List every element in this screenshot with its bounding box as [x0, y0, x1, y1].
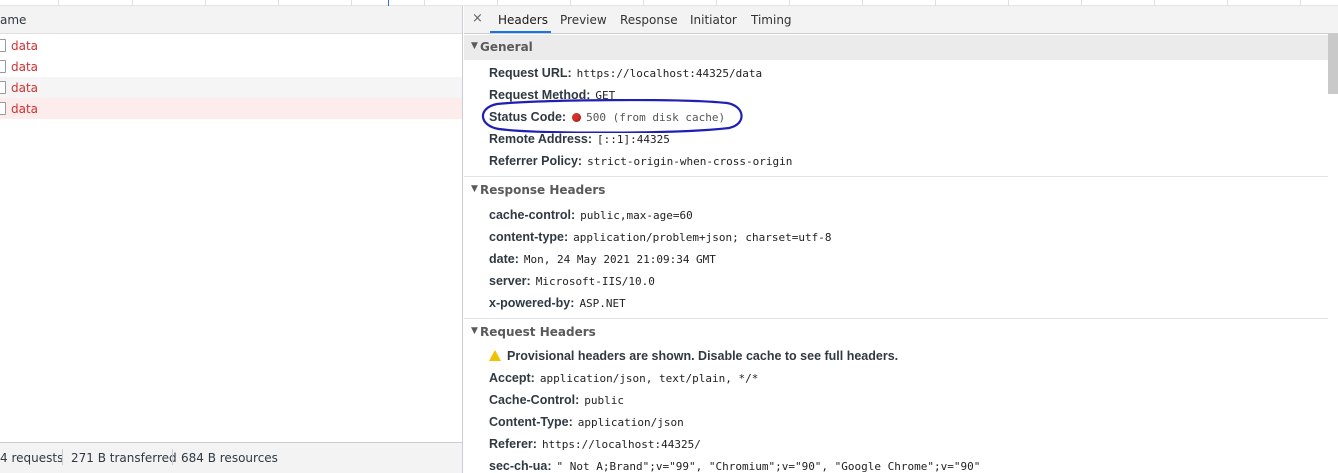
requests-count: 4 requests: [0, 451, 64, 465]
divider: [464, 318, 1328, 319]
request-type-icon: [0, 60, 6, 73]
section-title: Request Headers: [480, 325, 596, 339]
collapse-triangle-icon: ▼: [471, 326, 478, 336]
tab-response[interactable]: Response: [620, 13, 678, 27]
request-header-row: sec-ch-ua: " Not A;Brand";v="99", "Chromi…: [489, 459, 980, 473]
transferred-size: 271 B transferred: [71, 451, 177, 465]
header-value: strict-origin-when-cross-origin: [587, 155, 793, 168]
header-value: ASP.NET: [579, 297, 626, 310]
status-summary-bar: 4 requests 271 B transferred 684 B resou…: [0, 442, 462, 473]
header-key: Request URL:: [489, 66, 572, 80]
remote-address-row: Remote Address: [::1]:44325: [489, 132, 670, 152]
request-name: data: [11, 60, 39, 74]
request-header-row: Referer: https://localhost:44325/: [489, 437, 701, 457]
tab-timing[interactable]: Timing: [751, 13, 792, 27]
request-type-icon: [0, 39, 6, 52]
divider: [464, 176, 1328, 177]
header-key: Content-Type:: [489, 415, 573, 429]
request-header-row: Cache-Control: public: [489, 393, 624, 413]
response-header-row: x-powered-by: ASP.NET: [489, 296, 626, 316]
response-headers-section-header[interactable]: ▼ Response Headers: [464, 178, 1328, 203]
request-name: data: [11, 102, 39, 116]
header-key: cache-control:: [489, 208, 576, 222]
section-title: Response Headers: [480, 183, 606, 197]
divider: [172, 449, 173, 465]
header-key: Referrer Policy:: [489, 154, 583, 168]
header-key: content-type:: [489, 230, 569, 244]
request-row[interactable]: data: [0, 35, 462, 56]
response-header-row: server: Microsoft-IIS/10.0: [489, 274, 655, 294]
warning-text: Provisional headers are shown. Disable c…: [507, 349, 899, 363]
warning-icon: [489, 350, 501, 361]
general-section-header[interactable]: ▼ General: [464, 35, 1328, 60]
header-key: x-powered-by:: [489, 296, 575, 310]
request-url-row: Request URL: https://localhost:44325/data: [489, 66, 762, 86]
request-list: data data data data: [0, 35, 462, 119]
header-value: https://localhost:44325/data: [576, 67, 763, 80]
active-tab-indicator: [490, 31, 551, 33]
request-name: data: [11, 39, 39, 53]
header-value: https://localhost:44325/: [541, 438, 701, 451]
response-header-row: cache-control: public,max-age=60: [489, 208, 693, 228]
close-icon[interactable]: ×: [472, 11, 483, 26]
header-value: " Not A;Brand";v="99", "Chromium";v="90"…: [556, 460, 981, 473]
request-details-panel: × Headers Preview Response Initiator Tim…: [464, 6, 1338, 473]
header-value: Microsoft-IIS/10.0: [535, 275, 655, 288]
header-value: public,max-age=60: [580, 209, 693, 222]
header-value: [::1]:44325: [597, 133, 670, 146]
response-header-row: content-type: application/problem+json; c…: [489, 230, 831, 250]
header-value: application/problem+json; charset=utf-8: [573, 231, 832, 244]
request-list-panel: ame data data data data 4 requests 271 B…: [0, 6, 463, 473]
header-key: Accept:: [489, 371, 535, 385]
request-row[interactable]: data: [0, 77, 462, 98]
collapse-triangle-icon: ▼: [471, 184, 478, 194]
header-key: sec-ch-ua:: [489, 459, 552, 473]
response-header-row: date: Mon, 24 May 2021 21:09:34 GMT: [489, 252, 716, 272]
tab-headers[interactable]: Headers: [498, 13, 548, 27]
header-key: server:: [489, 274, 531, 288]
request-name: data: [11, 81, 39, 95]
request-header-row: Content-Type: application/json: [489, 415, 684, 435]
header-value: application/json, text/plain, */*: [539, 372, 759, 385]
resources-size: 684 B resources: [181, 451, 278, 465]
collapse-triangle-icon: ▼: [471, 41, 478, 51]
name-column-header[interactable]: ame: [0, 6, 462, 34]
header-key: Remote Address:: [489, 132, 593, 146]
referrer-policy-row: Referrer Policy: strict-origin-when-cross…: [489, 154, 792, 174]
request-headers-section-header[interactable]: ▼ Request Headers: [464, 320, 1328, 345]
request-row-selected[interactable]: data: [0, 98, 462, 119]
annotation-ellipse: [481, 99, 743, 133]
scrollbar[interactable]: [1328, 34, 1338, 94]
provisional-headers-warning: Provisional headers are shown. Disable c…: [489, 349, 898, 369]
header-key: date:: [489, 252, 519, 266]
tab-preview[interactable]: Preview: [560, 13, 607, 27]
header-key: Referer:: [489, 437, 537, 451]
request-type-icon: [0, 102, 6, 115]
request-row[interactable]: data: [0, 56, 462, 77]
section-title: General: [480, 40, 533, 54]
header-key: Cache-Control:: [489, 393, 580, 407]
request-header-row: Accept: application/json, text/plain, */*: [489, 371, 758, 391]
header-value: public: [584, 394, 625, 407]
request-type-icon: [0, 81, 6, 94]
header-value: application/json: [577, 416, 684, 429]
tab-initiator[interactable]: Initiator: [690, 13, 737, 27]
name-column-label: ame: [0, 13, 27, 27]
divider: [62, 449, 63, 465]
details-tab-bar: × Headers Preview Response Initiator Tim…: [464, 6, 1338, 34]
header-value: Mon, 24 May 2021 21:09:34 GMT: [523, 253, 716, 266]
